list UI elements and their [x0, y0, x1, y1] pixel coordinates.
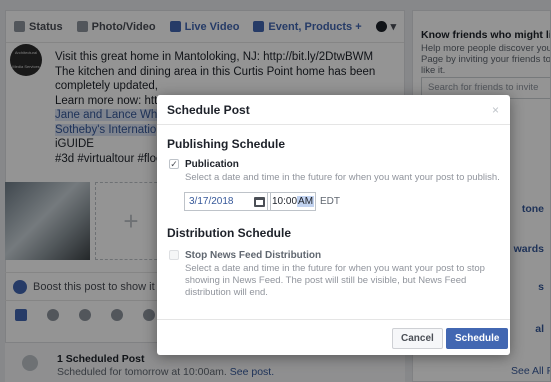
publish-time-value: 10:00 [272, 196, 298, 207]
check-icon: ✓ [170, 159, 178, 169]
distribution-schedule-heading: Distribution Schedule [167, 226, 292, 240]
ampm-selection[interactable]: AM [297, 196, 315, 207]
publication-checkbox[interactable]: ✓ [169, 159, 179, 169]
publication-label: Publication [185, 159, 239, 170]
schedule-button[interactable]: Schedule [446, 328, 509, 349]
dialog-header: Schedule Post × [157, 95, 510, 125]
stop-distribution-label: Stop News Feed Distribution [185, 250, 322, 261]
dialog-title: Schedule Post [167, 102, 250, 117]
schedule-post-dialog: Schedule Post × Publishing Schedule ✓ Pu… [157, 95, 510, 355]
dialog-footer: Cancel Schedule [157, 319, 510, 355]
stop-distribution-checkbox[interactable] [169, 250, 179, 260]
timezone-label: EDT [320, 196, 340, 207]
publishing-schedule-heading: Publishing Schedule [167, 137, 286, 151]
cancel-button[interactable]: Cancel [392, 328, 443, 349]
publication-description: Select a date and time in the future for… [185, 172, 500, 183]
publish-date-input[interactable]: 3/17/2018 [184, 192, 271, 211]
publish-time-input[interactable]: 10:00AM [267, 192, 316, 211]
stop-distribution-description: Select a date and time in the future for… [185, 263, 485, 298]
publish-date-value: 3/17/2018 [189, 196, 234, 207]
calendar-icon[interactable] [254, 197, 265, 207]
close-icon[interactable]: × [492, 103, 499, 117]
